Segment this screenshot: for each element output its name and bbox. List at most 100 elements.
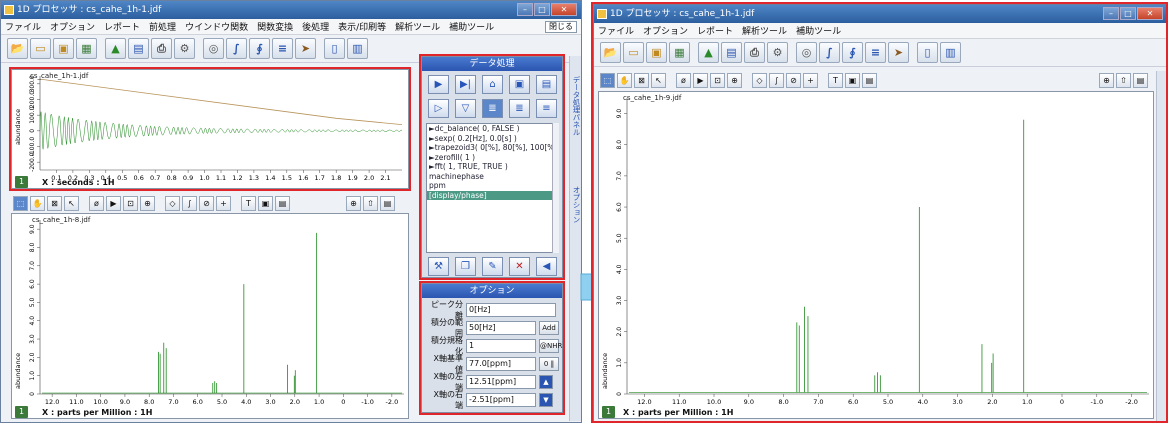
option-button[interactable]: 0 ‖	[539, 357, 559, 371]
right-crosshair-icon[interactable]: ⊕	[1099, 72, 1114, 88]
right-folder-icon[interactable]: ▭	[623, 42, 644, 63]
option-value-field[interactable]: 1	[466, 339, 536, 353]
left-select-icon[interactable]: ⬚	[13, 195, 28, 211]
option-button[interactable]: Add	[539, 321, 559, 335]
right-peak-icon[interactable]: ◇	[752, 72, 767, 88]
left-folder-icon[interactable]: ▭	[30, 38, 51, 59]
left-cursor-icon[interactable]: ↖	[64, 195, 79, 211]
right-open-folder-icon[interactable]: 📂	[600, 42, 621, 63]
right-formula-icon[interactable]: ∮	[842, 42, 863, 63]
left-menu-item-6[interactable]: 後処理	[302, 20, 329, 33]
right-spectrum-plot[interactable]: 12.0 11.0 10.0 9.0 8.0 7.0 6.0 5.0 4.0 3.0 2.0 1.0 0…	[598, 91, 1154, 419]
option-value-field[interactable]: 77.0[ppm]	[466, 357, 536, 371]
left-page-icon[interactable]: ▯	[324, 38, 345, 59]
left-print-icon[interactable]: ⎙	[151, 38, 172, 59]
left-menu-item-1[interactable]: オプション	[50, 20, 95, 33]
list-alt-icon[interactable]: ≡	[536, 99, 557, 118]
shift-icon[interactable]: ⇧	[363, 195, 378, 211]
left-spectrum-badge[interactable]: 1	[15, 406, 28, 418]
left-integral-icon[interactable]: ∫	[182, 195, 197, 211]
right-cursor-icon[interactable]: ↖	[651, 72, 666, 88]
right-export-icon[interactable]: ▥	[940, 42, 961, 63]
command-item[interactable]: ►zerofill( 1 )	[427, 153, 558, 163]
command-item[interactable]: ►dc_balance( 0, FALSE )	[427, 124, 558, 134]
left-box-icon[interactable]: ▣	[258, 195, 273, 211]
left-target-icon[interactable]: ◎	[203, 38, 224, 59]
right-hand-icon[interactable]: ✋	[617, 72, 632, 88]
left-menu-item-2[interactable]: レポート	[104, 20, 140, 33]
left-play-icon[interactable]: ▶	[106, 195, 121, 211]
right-minimize-button[interactable]: –	[1103, 7, 1119, 20]
left-open-folder-icon[interactable]: 📂	[7, 38, 28, 59]
process-icon[interactable]: ⌂	[482, 75, 503, 94]
open-file-icon[interactable]: ▣	[509, 75, 530, 94]
left-scale-icon[interactable]: ⊡	[123, 195, 138, 211]
option-value-field[interactable]: 50[Hz]	[466, 321, 536, 335]
right-text-icon[interactable]: T	[828, 72, 843, 88]
side-tab-data-processing[interactable]: データ処理パネル	[571, 76, 581, 136]
left-menu-item-5[interactable]: 関数変換	[257, 20, 293, 33]
left-zoom-icon[interactable]: ⊠	[47, 195, 62, 211]
option-button[interactable]: @NHR	[539, 339, 562, 353]
command-item[interactable]: ►fft( 1, TRUE, TRUE )	[427, 162, 558, 172]
command-item[interactable]: ppm	[427, 181, 558, 191]
left-run-icon[interactable]: ➤	[295, 38, 316, 59]
left-export-icon[interactable]: ▥	[347, 38, 368, 59]
left-formula-icon[interactable]: ∮	[249, 38, 270, 59]
right-grid-icon[interactable]: ▤	[862, 72, 877, 88]
left-text-icon[interactable]: T	[241, 195, 256, 211]
left-save-icon[interactable]: ▤	[128, 38, 149, 59]
right-target-icon[interactable]: ◎	[796, 42, 817, 63]
right-close-window-button[interactable]: ✕	[1137, 7, 1163, 20]
right-run-icon[interactable]: ➤	[888, 42, 909, 63]
right-save-icon[interactable]: ▤	[721, 42, 742, 63]
fid-plot[interactable]: 0.1 0.2 0.3 0.4 0.5 0.6 0.7 0.8 0.9 1.0 1.1 1.2 1.3 1…	[11, 69, 409, 189]
list-icon[interactable]: ≣	[482, 99, 503, 118]
down-icon[interactable]: ▽	[455, 99, 476, 118]
left-flip-icon[interactable]: ⊕	[140, 195, 155, 211]
right-peak-chart-icon[interactable]: ▲	[698, 42, 719, 63]
right-menu-item-1[interactable]: オプション	[643, 24, 688, 37]
right-integral-icon[interactable]: ∫	[769, 72, 784, 88]
right-open-file-icon[interactable]: ▣	[646, 42, 667, 63]
left-list-icon[interactable]: ≡	[272, 38, 293, 59]
right-menu-item-4[interactable]: 補助ツール	[796, 24, 841, 37]
right-edit-icon[interactable]: ⊘	[786, 72, 801, 88]
right-page-icon[interactable]: ▯	[917, 42, 938, 63]
right-select-icon[interactable]: ⬚	[600, 72, 615, 88]
crosshair-icon[interactable]: ⊕	[346, 195, 361, 211]
minimize-button[interactable]: –	[517, 3, 533, 16]
command-item[interactable]: [display/phase]	[427, 190, 558, 200]
right-layout-icon[interactable]: ▤	[1133, 72, 1148, 88]
right-image-icon[interactable]: ▦	[669, 42, 690, 63]
option-value-field[interactable]: -2.51[ppm]	[466, 393, 536, 407]
right-shift-icon[interactable]: ⇧	[1116, 72, 1131, 88]
right-menu-item-0[interactable]: ファイル	[598, 24, 634, 37]
left-open-file-icon[interactable]: ▣	[53, 38, 74, 59]
left-menu-item-4[interactable]: ウインドウ関数	[185, 20, 248, 33]
command-item[interactable]: ►trapezoid3( 0[%], 80[%], 100[%] )	[427, 143, 558, 153]
left-menu-item-8[interactable]: 解析ツール	[395, 20, 440, 33]
option-button[interactable]: ▲	[539, 375, 553, 389]
right-integral-icon[interactable]: ∫	[819, 42, 840, 63]
option-value-field[interactable]: 0[Hz]	[466, 303, 556, 317]
command-item[interactable]: machinephase	[427, 172, 558, 182]
left-menu-item-0[interactable]: ファイル	[5, 20, 41, 33]
left-settings-icon[interactable]: ⚙	[174, 38, 195, 59]
close-window-button[interactable]: ✕	[551, 3, 577, 16]
layout-icon[interactable]: ▤	[380, 195, 395, 211]
left-integral-icon[interactable]: ∫	[226, 38, 247, 59]
left-peak-chart-icon[interactable]: ▲	[105, 38, 126, 59]
edit-list-icon[interactable]: ✎	[482, 257, 503, 276]
right-zoom-icon[interactable]: ⊠	[634, 72, 649, 88]
fid-badge[interactable]: 1	[15, 176, 28, 188]
right-print-icon[interactable]: ⎙	[744, 42, 765, 63]
delete-icon[interactable]: ✕	[509, 257, 530, 276]
right-box-icon[interactable]: ▣	[845, 72, 860, 88]
left-grid-icon[interactable]: ▤	[275, 195, 290, 211]
left-menu-item-3[interactable]: 前処理	[149, 20, 176, 33]
right-flip-icon[interactable]: ⊕	[727, 72, 742, 88]
left-image-icon[interactable]: ▦	[76, 38, 97, 59]
side-tab-options[interactable]: オプション	[571, 186, 581, 224]
right-spectrum-badge[interactable]: 1	[602, 406, 615, 418]
